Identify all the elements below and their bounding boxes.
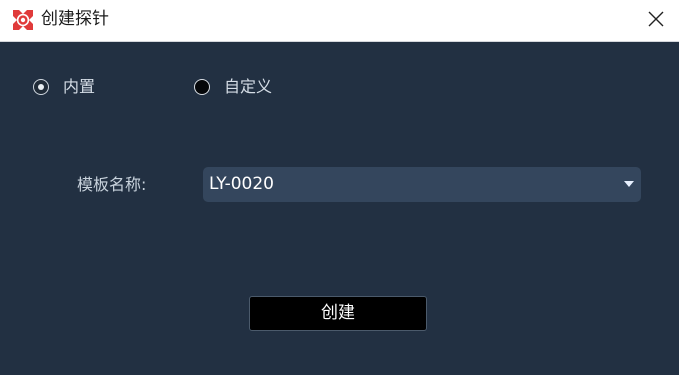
create-button[interactable]: 创建: [249, 296, 427, 331]
radio-builtin-indicator: [33, 79, 49, 95]
radio-builtin[interactable]: 内置: [33, 76, 95, 98]
radio-custom[interactable]: 自定义: [194, 76, 272, 98]
create-probe-dialog: 创建探针 内置 自定义 模板名称: LY-0020 创建: [0, 0, 679, 375]
close-button[interactable]: [633, 0, 679, 41]
template-name-select[interactable]: LY-0020: [203, 167, 641, 202]
template-name-value: LY-0020: [209, 174, 274, 194]
radio-builtin-label: 内置: [63, 77, 96, 96]
title-bar: 创建探针: [0, 0, 679, 42]
radio-custom-indicator: [194, 79, 210, 95]
window-title: 创建探针: [41, 9, 109, 29]
app-logo-icon: [11, 8, 35, 32]
close-icon: [648, 11, 664, 31]
chevron-down-icon: [624, 181, 634, 187]
template-name-label: 模板名称:: [77, 175, 147, 194]
radio-custom-label: 自定义: [224, 77, 273, 96]
